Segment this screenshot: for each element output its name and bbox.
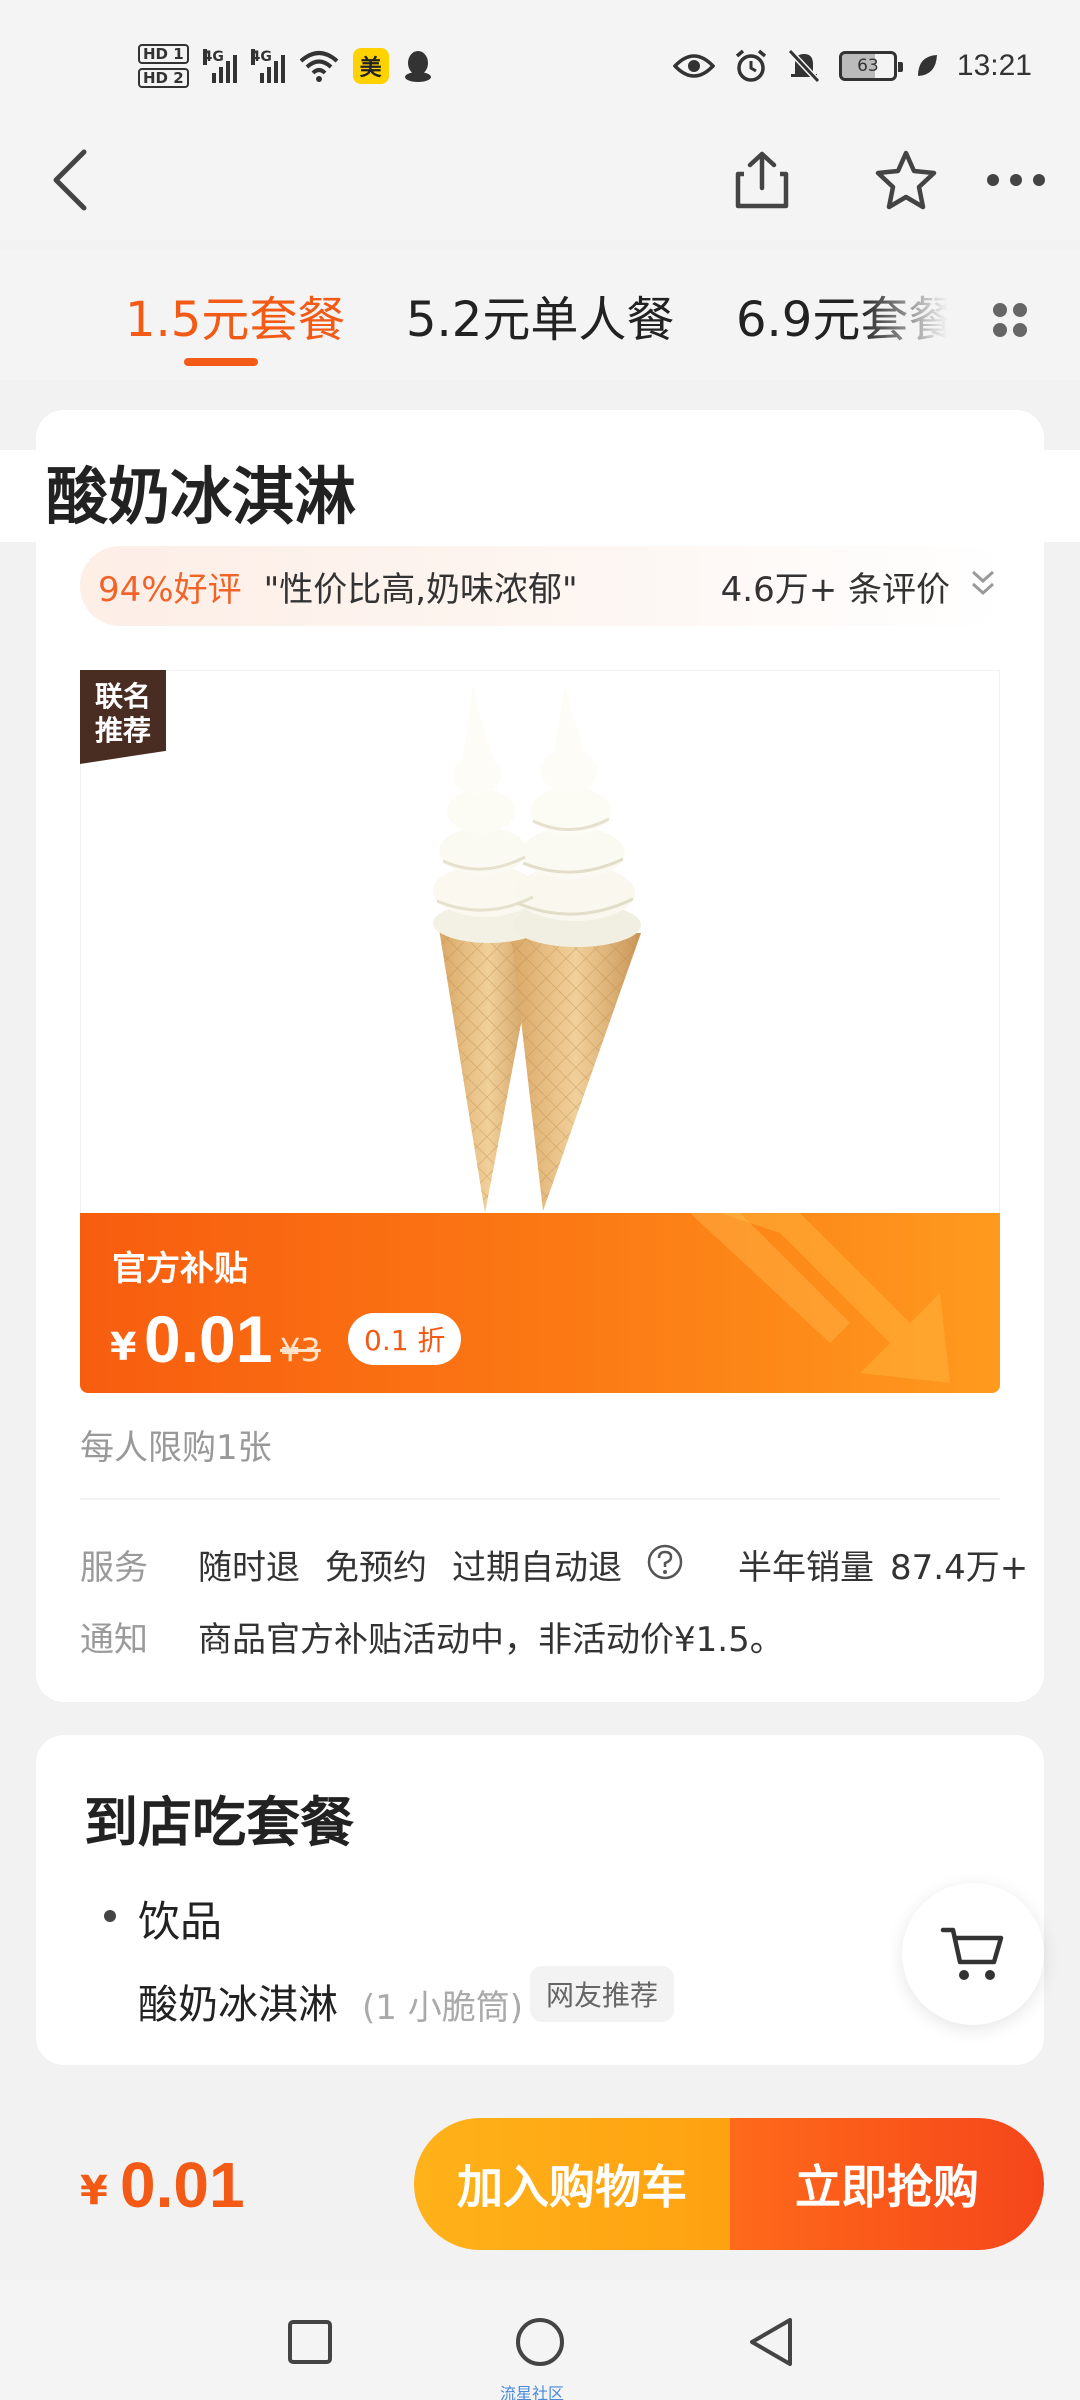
package-category: 饮品 [138,1897,223,1946]
review-rate: 94%好评 [98,569,242,610]
tab-1-5-package[interactable]: 1.5元套餐 [125,280,345,350]
grid-menu-icon [993,303,1027,337]
battery-icon: 63 [838,51,903,81]
status-left: HD 1 HD 2 4G 4G 美 [138,34,433,98]
subsidy-label: 官方补贴 [112,1249,248,1289]
help-icon[interactable] [646,1543,684,1581]
service-item-refund-anytime: 随时退 [198,1548,300,1588]
bottom-price: 0.01 [120,2149,245,2221]
clock: 13:21 [956,49,1032,82]
co-brand-recommend-badge: 联名 推荐 [80,670,166,764]
official-subsidy-banner: 官方补贴 ¥ 0.01 ¥3 0.1 折 [80,1213,1000,1393]
meituan-app-icon: 美 [352,48,389,84]
watermark: 流星社区 [500,2384,565,2400]
review-quote: "性价比高,奶味浓郁" [263,569,578,610]
leaf-icon [917,55,937,76]
network-1-label: 4G [202,49,224,65]
ice-cream-cones-image [433,683,641,1213]
back-triangle-icon [750,2318,792,2366]
signal-1-icon: 4G [202,49,237,83]
promo-price: 0.01 [144,1302,273,1376]
discount-badge: 0.1 折 [348,1313,462,1365]
back-button[interactable] [22,130,118,230]
eye-icon [672,54,715,78]
product-image[interactable] [80,670,1000,1215]
active-tab-indicator [184,358,258,366]
tab-5-2-single-meal[interactable]: 5.2元单人餐 [406,280,674,350]
review-summary[interactable]: 94%好评 "性价比高,奶味浓郁" 4.6万+ 条评价 [80,546,1010,626]
hd-badges: HD 1 HD 2 [138,44,189,88]
wifi-icon [299,51,338,82]
badge-line-1: 联名 [94,680,151,713]
down-arrow-decoration-icon [690,1213,950,1383]
bullet-dot [104,1910,116,1922]
buy-now-button[interactable]: 立即抢购 [730,2118,1044,2250]
package-item-name: 酸奶冰淇淋 [138,1982,338,2028]
package-item-size: (1 小脆筒) [362,1988,523,2028]
status-right: 63 13:21 [672,40,1032,92]
top-nav-bar [0,130,1080,240]
service-item-auto-refund: 过期自动退 [452,1548,622,1588]
service-item-no-reservation: 免预约 [325,1548,427,1588]
product-title: 酸奶冰淇淋 [46,460,357,533]
purchase-limit: 每人限购1张 [80,1428,272,1468]
original-price: ¥3 [280,1331,321,1369]
hd2-badge: HD 2 [138,68,189,88]
tab-menu-button[interactable] [990,300,1030,344]
signal-2-icon: 4G [250,49,285,83]
promo-currency: ¥ [110,1325,137,1369]
system-back-button[interactable] [740,2312,800,2372]
home-button[interactable] [510,2312,570,2372]
alarm-icon [735,49,767,82]
notice-text: 商品官方补贴活动中，非活动价¥1.5。 [198,1620,784,1660]
status-bar: HD 1 HD 2 4G 4G 美 63 13:21 [0,0,1080,130]
qq-icon [404,51,431,82]
bottom-currency: ¥ [80,2168,108,2214]
badge-line-2: 推荐 [94,714,151,747]
tab-fade [860,270,970,360]
review-count: 4.6万+ 条评价 [720,569,950,610]
sales-label: 半年销量 [738,1548,874,1588]
back-icon [53,149,87,211]
chevron-down-icon [971,570,995,596]
shopping-cart-icon [940,1927,1004,1980]
recent-apps-button[interactable] [280,2312,340,2372]
service-label: 服务 [80,1548,148,1588]
mute-bell-icon [787,48,821,84]
notice-label: 通知 [80,1620,148,1660]
hd1-badge: HD 1 [138,44,189,64]
netizen-recommend-tag: 网友推荐 [530,1966,675,2022]
add-to-cart-button[interactable]: 加入购物车 [414,2118,730,2250]
more-button[interactable] [968,130,1064,230]
share-button[interactable] [714,130,810,230]
more-icon [987,174,1045,186]
divider [80,1498,1000,1500]
network-2-label: 4G [250,49,272,65]
sales-value: 87.4万+ [890,1548,1029,1588]
home-icon [516,2318,564,2366]
share-icon [735,151,789,209]
favorite-button[interactable] [858,130,954,230]
recent-apps-icon [288,2320,332,2364]
cart-floating-button[interactable] [902,1883,1044,2025]
favorite-star-icon [875,150,937,210]
package-title: 到店吃套餐 [84,1791,354,1854]
